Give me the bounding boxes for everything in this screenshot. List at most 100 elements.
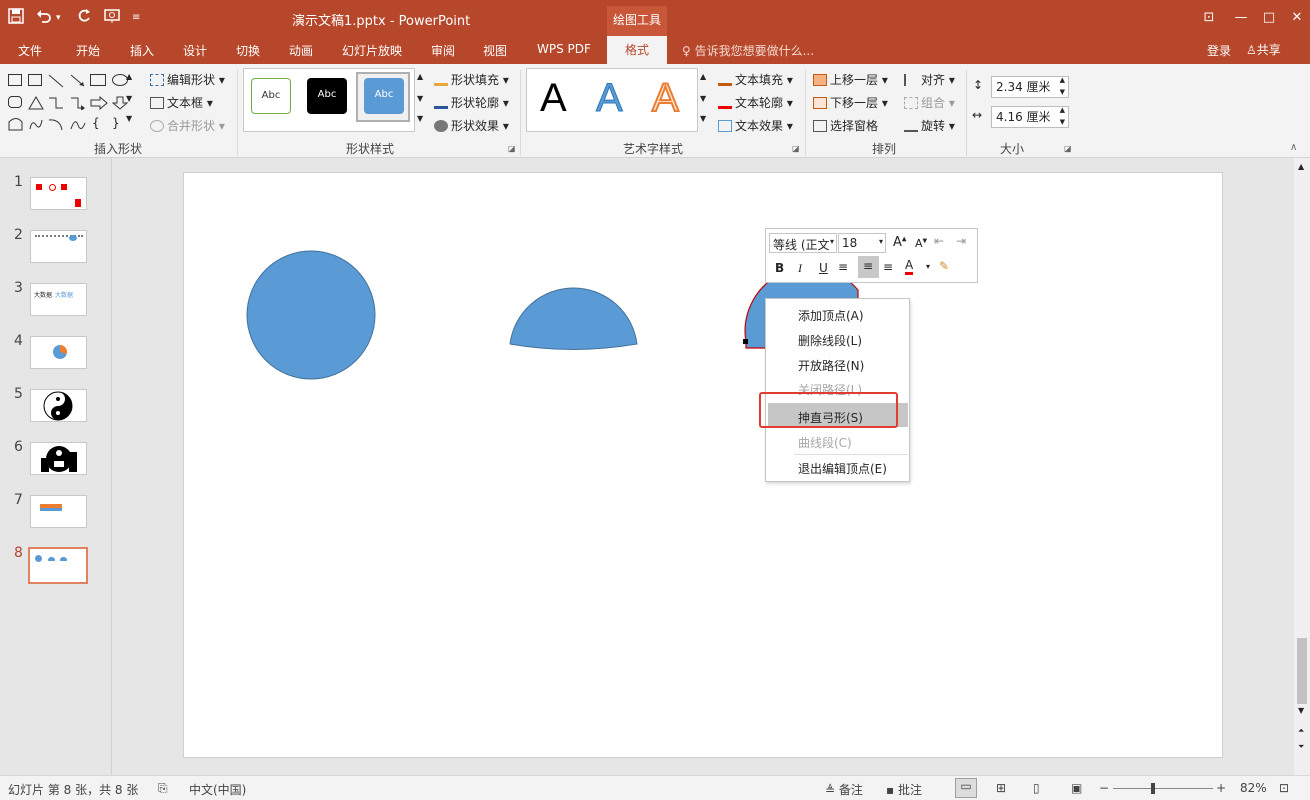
slideshow-view-icon[interactable]: ▣	[1071, 781, 1082, 795]
wordart-style-black[interactable]: A	[540, 76, 567, 121]
font-color-dropdown-icon[interactable]: ▾	[926, 262, 930, 271]
elbow-connector-shape-icon[interactable]	[48, 96, 64, 110]
slide-canvas[interactable]	[183, 172, 1223, 758]
tab-transitions[interactable]: 切换	[236, 42, 260, 59]
shape-fill-button[interactable]: 形状填充 ▾	[434, 71, 509, 88]
more-shapes-icon[interactable]: ▼	[126, 114, 132, 123]
underline-button[interactable]: U	[819, 261, 828, 275]
comments-button[interactable]: ▪ 批注	[886, 781, 922, 798]
selection-pane-button[interactable]: 选择窗格	[813, 117, 878, 134]
scroll-up-icon[interactable]: ▲	[126, 72, 132, 81]
merge-shapes-button[interactable]: 合并形状 ▾	[150, 117, 225, 134]
edit-shape-button[interactable]: 编辑形状 ▾	[150, 71, 225, 88]
styles-more-icon[interactable]: ▼	[417, 114, 423, 123]
tell-me-search[interactable]: ♀ 告诉我您想要做什么...	[682, 42, 814, 59]
shape-gallery[interactable]: { }	[8, 72, 138, 132]
scribble-shape-icon[interactable]	[28, 117, 44, 131]
scroll-down-icon[interactable]: ▼	[126, 94, 132, 103]
format-painter-icon[interactable]: ✎	[939, 259, 949, 273]
wordart-more-icon[interactable]: ▼	[700, 114, 706, 123]
rectangle-shape-icon[interactable]	[90, 74, 106, 86]
freeform-shape-icon[interactable]	[8, 117, 24, 131]
align-center-icon[interactable]: ≡	[858, 256, 879, 278]
decrease-indent-icon[interactable]: ⇤	[934, 234, 944, 248]
bring-forward-button[interactable]: 上移一层 ▾	[813, 71, 888, 88]
wordart-scroll-up-icon[interactable]: ▲	[700, 72, 706, 81]
zoom-level[interactable]: 82%	[1240, 781, 1267, 795]
slide-thumbnail-2[interactable]	[30, 230, 87, 263]
slide-sorter-icon[interactable]: ⊞	[996, 781, 1006, 795]
align-left-icon[interactable]: ≡	[838, 260, 848, 274]
tab-home[interactable]: 开始	[76, 42, 100, 59]
elbow-arrow-shape-icon[interactable]	[70, 96, 86, 110]
italic-button[interactable]: I	[798, 261, 802, 276]
text-box-button[interactable]: 文本框 ▾	[150, 94, 213, 111]
wordart-style-blue[interactable]: A	[596, 76, 624, 121]
send-backward-button[interactable]: 下移一层 ▾	[813, 94, 888, 111]
language-indicator[interactable]: 中文(中国)	[189, 781, 246, 798]
slide-thumbnail-7[interactable]	[30, 495, 87, 528]
shape-style-outline[interactable]: Abc	[251, 78, 291, 114]
tab-format[interactable]: 格式	[607, 36, 667, 64]
textbox-shape-icon[interactable]	[8, 74, 22, 86]
shape-width-field[interactable]: 4.16 厘米 ▲ ▼	[991, 106, 1069, 128]
tab-file[interactable]: 文件	[18, 42, 42, 59]
group-button[interactable]: 组合 ▾	[904, 94, 955, 111]
shape-outline-button[interactable]: 形状轮廓 ▾	[434, 94, 509, 111]
slide-thumbnail-1[interactable]	[30, 177, 87, 210]
wordart-launcher-icon[interactable]: ◪	[792, 144, 800, 153]
slide-thumbnail-6[interactable]	[30, 442, 87, 475]
shape-styles-launcher-icon[interactable]: ◪	[508, 144, 516, 153]
maximize-icon[interactable]: □	[1259, 8, 1279, 28]
align-right-icon[interactable]: ≡	[883, 260, 893, 274]
tab-slideshow[interactable]: 幻灯片放映	[342, 42, 402, 59]
wordart-scroll-down-icon[interactable]: ▼	[700, 94, 706, 103]
vertical-scrollbar[interactable]: ▲ ▼ ⏶ ⏷	[1294, 158, 1310, 775]
height-spinner-icon[interactable]: ▲ ▼	[1060, 74, 1065, 98]
width-spinner-icon[interactable]: ▲ ▼	[1060, 104, 1065, 128]
menu-item-open-path[interactable]: 开放路径(N)	[798, 357, 864, 374]
slide-thumbnail-8[interactable]	[28, 547, 88, 584]
start-slideshow-icon[interactable]	[104, 8, 122, 28]
close-icon[interactable]: ✕	[1287, 8, 1307, 28]
grow-font-button[interactable]: A▲	[893, 235, 907, 250]
save-icon[interactable]	[8, 8, 24, 28]
slide-thumbnail-4[interactable]	[30, 336, 87, 369]
font-dropdown-icon[interactable]: ▾	[830, 237, 834, 246]
collapse-ribbon-icon[interactable]: ∧	[1290, 142, 1297, 153]
tab-animations[interactable]: 动画	[289, 42, 313, 59]
previous-slide-icon[interactable]: ⏶	[1298, 726, 1304, 736]
font-color-button[interactable]: A	[905, 259, 914, 275]
menu-item-delete-segment[interactable]: 删除线段(L)	[798, 332, 862, 349]
curve-shape-icon[interactable]	[70, 117, 86, 131]
menu-item-exit-edit-points[interactable]: 退出编辑顶点(E)	[798, 460, 887, 477]
right-arrow-shape-icon[interactable]	[90, 96, 108, 110]
scroll-up-arrow-icon[interactable]: ▲	[1298, 162, 1304, 171]
shape-style-dark[interactable]: Abc	[307, 78, 347, 114]
undo-dropdown-icon[interactable]: ▾	[56, 8, 61, 28]
right-brace-shape-icon[interactable]: }	[112, 116, 120, 130]
left-brace-shape-icon[interactable]: {	[92, 116, 100, 130]
shape-style-blue[interactable]: Abc	[364, 78, 404, 114]
rounded-rect-shape-icon[interactable]	[8, 96, 22, 108]
slide-thumbnail-3[interactable]: 大数据 大数据	[30, 283, 87, 316]
font-name-field[interactable]: 等线 (正文 ▾	[769, 233, 837, 253]
triangle-shape-icon[interactable]	[28, 96, 44, 110]
fit-to-window-icon[interactable]: ⊡	[1279, 781, 1289, 795]
login-button[interactable]: 登录	[1207, 42, 1231, 59]
font-size-field[interactable]: 18 ▾	[838, 233, 886, 253]
undo-icon[interactable]	[36, 8, 52, 28]
text-fill-button[interactable]: 文本填充 ▾	[718, 71, 793, 88]
styles-scroll-down-icon[interactable]: ▼	[417, 94, 423, 103]
spellcheck-icon[interactable]: ⎘	[158, 781, 168, 796]
line-shape-icon[interactable]	[48, 74, 64, 88]
zoom-slider-thumb[interactable]	[1151, 783, 1155, 794]
minimize-icon[interactable]: —	[1231, 8, 1251, 28]
tab-wps-pdf[interactable]: WPS PDF	[537, 42, 591, 56]
text-effects-button[interactable]: 文本效果 ▾	[718, 117, 793, 134]
size-launcher-icon[interactable]: ◪	[1064, 144, 1072, 153]
tab-insert[interactable]: 插入	[130, 42, 154, 59]
normal-view-icon[interactable]: ▭	[955, 778, 977, 798]
menu-item-add-vertex[interactable]: 添加顶点(A)	[798, 307, 864, 324]
shape-effects-button[interactable]: 形状效果 ▾	[434, 117, 509, 134]
